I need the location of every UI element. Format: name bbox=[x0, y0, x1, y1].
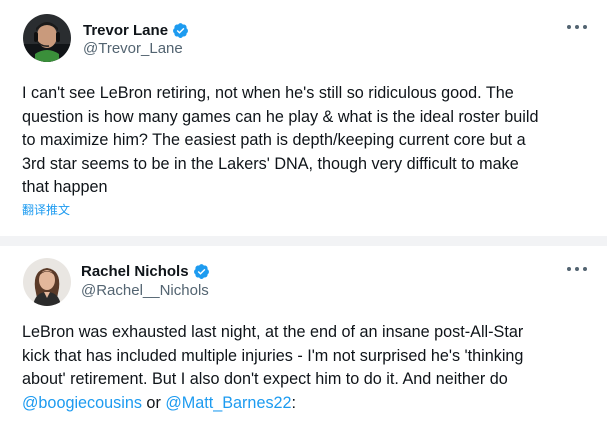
author-display-name[interactable]: Trevor Lane bbox=[83, 22, 168, 39]
verified-badge-icon bbox=[173, 22, 188, 38]
verified-badge-icon bbox=[193, 263, 209, 279]
tweet-text-line: question is how many games can he play &… bbox=[22, 107, 539, 126]
tweet-text-line: to maximize him? The easiest path is dep… bbox=[22, 131, 526, 150]
avatar[interactable] bbox=[23, 14, 71, 62]
more-horizontal-icon[interactable] bbox=[567, 264, 587, 274]
tweet-text-line: that happen bbox=[22, 178, 108, 197]
author-handle[interactable]: @Trevor_Lane bbox=[83, 40, 183, 57]
tweet-card[interactable]: Trevor Lane @Trevor_Lane I can't see LeB… bbox=[0, 0, 607, 236]
more-horizontal-icon[interactable] bbox=[567, 22, 587, 32]
author-name-row[interactable]: Rachel Nichols bbox=[81, 261, 210, 281]
author-handle[interactable]: @Rachel__Nichols bbox=[81, 282, 209, 299]
mention-link-boogiecousins[interactable]: @boogiecousins bbox=[22, 394, 142, 412]
tweet-text-line: 3rd star seems to be in the Lakers' DNA,… bbox=[22, 154, 519, 173]
tweet-card[interactable]: Rachel Nichols @Rachel__Nichols LeBron w… bbox=[0, 246, 607, 423]
tweet-text-line: about' retirement. But I also don't expe… bbox=[22, 370, 508, 389]
tweet-text-line-mentions: @boogiecousins or @Matt_Barnes22: bbox=[22, 392, 592, 416]
tweet-text-line: LeBron was exhausted last night, at the … bbox=[22, 323, 524, 341]
connector-text: or bbox=[141, 393, 166, 412]
translate-tweet-link[interactable]: 翻译推文 bbox=[22, 201, 70, 218]
tweet-divider bbox=[0, 236, 607, 246]
tweet-text: I can't see LeBron retiring, not when he… bbox=[22, 82, 592, 200]
tweet-text-line: kick that has included multiple injuries… bbox=[22, 346, 524, 365]
tweet-text: LeBron was exhausted last night, at the … bbox=[22, 321, 592, 415]
author-name-row[interactable]: Trevor Lane bbox=[83, 20, 189, 40]
mention-link-matt-barnes[interactable]: @Matt_Barnes22 bbox=[165, 394, 291, 412]
author-display-name[interactable]: Rachel Nichols bbox=[81, 263, 189, 280]
tweet-text-line: I can't see LeBron retiring, not when he… bbox=[22, 84, 514, 102]
suffix-text: : bbox=[291, 393, 297, 412]
avatar[interactable] bbox=[23, 258, 71, 306]
